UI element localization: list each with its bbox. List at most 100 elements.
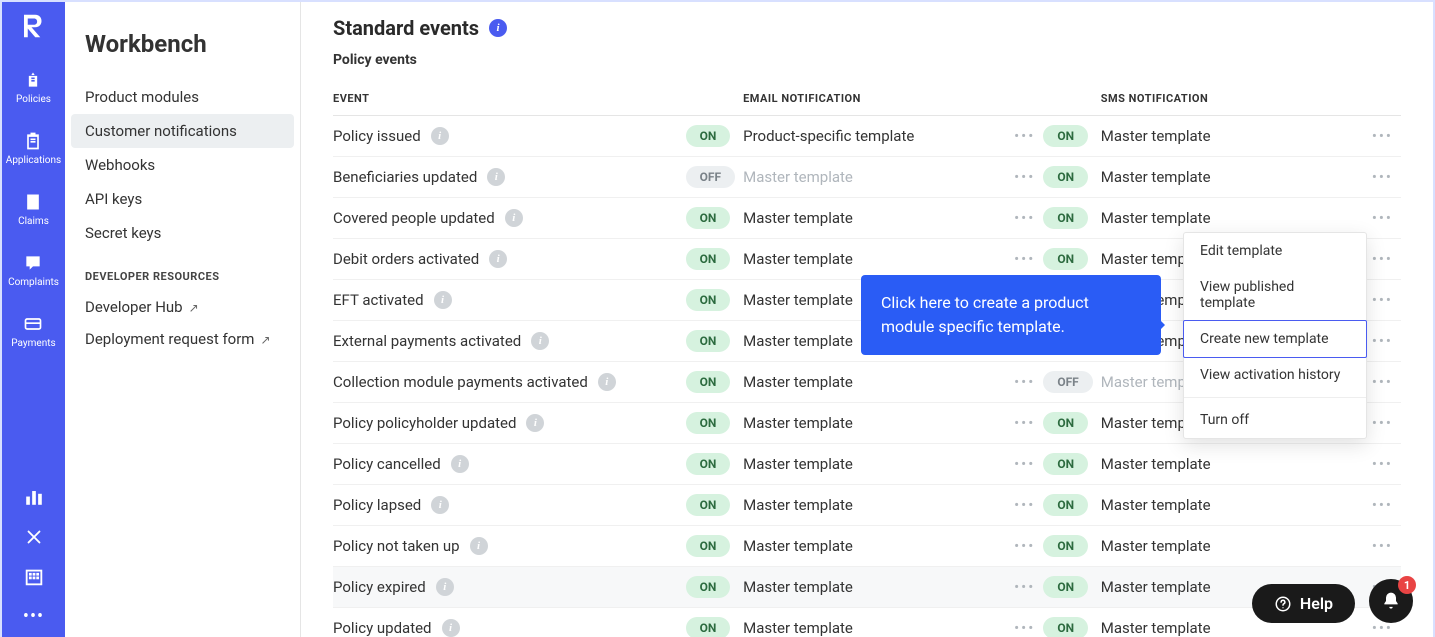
sms-status-pill[interactable]: ON <box>1043 617 1088 637</box>
sms-status-pill[interactable]: ON <box>1043 494 1088 516</box>
row-email-menu[interactable]: ••• <box>982 608 1044 637</box>
more-icon[interactable]: ••• <box>23 606 44 627</box>
email-status-pill[interactable]: ON <box>686 289 731 311</box>
dropdown-item[interactable]: Edit template <box>1184 233 1366 269</box>
dropdown-item[interactable]: Turn off <box>1184 402 1366 438</box>
row-email-menu[interactable]: ••• <box>982 362 1044 403</box>
info-icon[interactable]: i <box>489 19 507 37</box>
info-icon[interactable]: i <box>436 578 454 596</box>
sidebar-link[interactable]: Developer Hub↗ <box>65 291 300 323</box>
info-icon[interactable]: i <box>531 332 549 350</box>
sms-status-pill[interactable]: ON <box>1043 576 1088 598</box>
row-email-menu[interactable]: ••• <box>982 526 1044 567</box>
email-status-pill[interactable]: ON <box>686 125 731 147</box>
info-icon[interactable]: i <box>451 455 469 473</box>
sms-status-pill[interactable]: ON <box>1043 248 1088 270</box>
info-icon[interactable]: i <box>434 291 452 309</box>
info-icon[interactable]: i <box>489 250 507 268</box>
tools-icon[interactable] <box>23 526 45 552</box>
notifications-button[interactable]: 1 <box>1369 579 1413 623</box>
bell-icon <box>1381 591 1401 611</box>
info-icon[interactable]: i <box>526 414 544 432</box>
email-status-pill[interactable]: ON <box>686 576 731 598</box>
nav-complaints[interactable]: Complaints <box>6 249 61 292</box>
info-icon[interactable]: i <box>598 373 616 391</box>
building-icon[interactable] <box>23 566 45 592</box>
email-status-pill[interactable]: ON <box>686 330 731 352</box>
info-icon[interactable]: i <box>431 496 449 514</box>
nav-claims[interactable]: Claims <box>6 188 61 231</box>
sidebar-item[interactable]: Webhooks <box>65 148 300 182</box>
analytics-icon[interactable] <box>23 486 45 512</box>
event-name: Debit orders activated <box>333 250 479 268</box>
email-status-pill[interactable]: ON <box>686 617 731 637</box>
row-sms-menu[interactable]: ••• <box>1339 116 1401 157</box>
sidebar-item[interactable]: Product modules <box>65 80 300 114</box>
row-email-menu[interactable]: ••• <box>982 485 1044 526</box>
row-email-menu[interactable]: ••• <box>982 198 1044 239</box>
row-email-menu[interactable]: ••• <box>982 444 1044 485</box>
sidebar-item[interactable]: Secret keys <box>65 216 300 250</box>
sms-template: Master template <box>1101 619 1211 637</box>
event-name: EFT activated <box>333 291 424 309</box>
sms-status-pill[interactable]: ON <box>1043 207 1088 229</box>
table-row: Beneficiaries updated i OFF Master template… <box>333 157 1401 198</box>
sms-status-pill[interactable]: ON <box>1043 125 1088 147</box>
callout-tooltip: Click here to create a product module sp… <box>861 275 1161 355</box>
event-name: Policy not taken up <box>333 537 460 555</box>
page-subheading: Policy events <box>333 52 1401 68</box>
help-label: Help <box>1300 594 1333 613</box>
row-sms-menu[interactable]: ••• <box>1339 157 1401 198</box>
sms-template: Master template <box>1101 496 1211 514</box>
row-sms-menu[interactable]: ••• <box>1339 485 1401 526</box>
help-button[interactable]: Help <box>1252 584 1355 623</box>
email-status-pill[interactable]: ON <box>686 248 731 270</box>
page-heading-text: Standard events <box>333 16 479 40</box>
info-icon[interactable]: i <box>470 537 488 555</box>
email-status-pill[interactable]: OFF <box>686 166 735 188</box>
email-status-pill[interactable]: ON <box>686 207 731 229</box>
sms-status-pill[interactable]: OFF <box>1043 371 1092 393</box>
dropdown-item[interactable]: View activation history <box>1184 357 1366 393</box>
row-email-menu[interactable]: ••• <box>982 567 1044 608</box>
event-name: Beneficiaries updated <box>333 168 477 186</box>
email-template: Master template <box>743 291 853 309</box>
email-status-pill[interactable]: ON <box>686 412 731 434</box>
dropdown-item[interactable]: View published template <box>1184 269 1366 321</box>
row-sms-menu[interactable]: ••• <box>1339 444 1401 485</box>
sidebar-item[interactable]: API keys <box>65 182 300 216</box>
event-name: Collection module payments activated <box>333 373 588 391</box>
email-status-pill[interactable]: ON <box>686 494 731 516</box>
info-icon[interactable]: i <box>442 619 460 637</box>
info-icon[interactable]: i <box>505 209 523 227</box>
sidebar: Workbench Product modulesCustomer notifi… <box>65 2 301 637</box>
row-sms-menu[interactable]: ••• <box>1339 526 1401 567</box>
email-template: Master template <box>743 250 853 268</box>
sms-status-pill[interactable]: ON <box>1043 166 1088 188</box>
row-email-menu[interactable]: ••• <box>982 157 1044 198</box>
logo[interactable] <box>18 10 50 42</box>
sms-status-pill[interactable]: ON <box>1043 535 1088 557</box>
row-email-menu[interactable]: ••• <box>982 239 1044 280</box>
email-status-pill[interactable]: ON <box>686 535 731 557</box>
dropdown-item[interactable]: Create new template <box>1183 320 1367 358</box>
info-icon[interactable]: i <box>431 127 449 145</box>
nav-label: Complaints <box>8 277 59 288</box>
nav-applications[interactable]: Applications <box>6 127 61 170</box>
email-template: Master template <box>743 168 853 186</box>
nav-policies[interactable]: Policies <box>6 66 61 109</box>
sidebar-link[interactable]: Deployment request form↗ <box>65 323 300 355</box>
sidebar-item[interactable]: Customer notifications <box>71 114 294 148</box>
sms-template: Master template <box>1101 127 1211 145</box>
email-template: Master template <box>743 496 853 514</box>
row-email-menu[interactable]: ••• <box>982 403 1044 444</box>
sms-status-pill[interactable]: ON <box>1043 453 1088 475</box>
sms-status-pill[interactable]: ON <box>1043 412 1088 434</box>
email-status-pill[interactable]: ON <box>686 453 731 475</box>
sidebar-section-header: DEVELOPER RESOURCES <box>65 250 300 291</box>
nav-payments[interactable]: Payments <box>6 310 61 353</box>
info-icon[interactable]: i <box>487 168 505 186</box>
email-status-pill[interactable]: ON <box>686 371 731 393</box>
event-name: Policy issued <box>333 127 421 145</box>
row-email-menu[interactable]: ••• <box>982 116 1044 157</box>
